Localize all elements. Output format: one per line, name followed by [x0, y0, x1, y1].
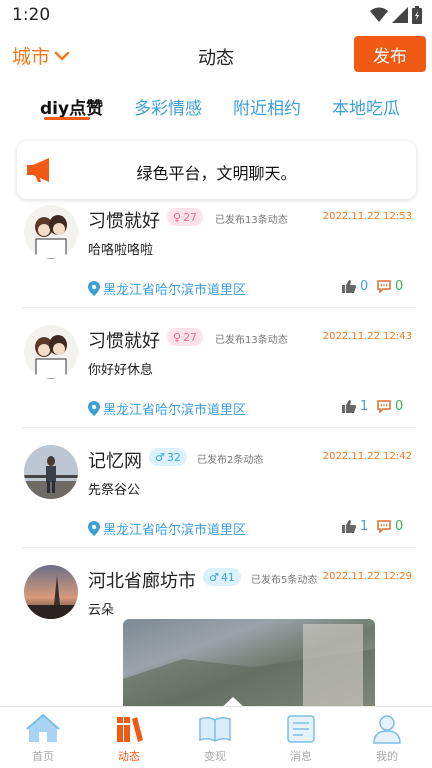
post-location[interactable]: 黑龙江省哈尔滨市道里区 — [88, 279, 246, 298]
thumbs-up-icon — [342, 280, 356, 293]
nav-label: 我的 — [376, 750, 398, 763]
comment-icon — [377, 280, 391, 293]
comment-button[interactable]: 0 — [377, 279, 403, 294]
location-pin-icon — [88, 521, 100, 536]
male-icon: ♂ — [209, 570, 219, 584]
username[interactable]: 河北省廊坊市 — [88, 567, 196, 593]
nav-me[interactable]: 我的 — [344, 707, 430, 768]
post-location[interactable]: 黑龙江省哈尔滨市道里区 — [88, 399, 246, 418]
female-icon: ♀ — [173, 330, 182, 344]
location-text: 黑龙江省哈尔滨市道里区 — [103, 523, 247, 538]
age-label: 32 — [166, 450, 181, 464]
tab-diy-likes[interactable]: diy点赞 — [40, 94, 103, 119]
post-time: 2022.11.22 12:29 — [322, 571, 412, 582]
location-pin-icon — [88, 401, 100, 416]
comment-button[interactable]: 0 — [377, 399, 403, 414]
like-count: 0 — [360, 279, 369, 294]
post-content: 云朵 — [88, 603, 115, 618]
username[interactable]: 习惯就好 — [88, 327, 160, 353]
status-bar: 1:20 — [0, 0, 432, 30]
post-image[interactable] — [123, 619, 375, 711]
category-tabs: diy点赞 多彩情感 附近相约 本地吃瓜 — [0, 88, 432, 128]
signal-icon — [392, 7, 408, 23]
nav-monetize[interactable]: 变现 — [172, 707, 258, 768]
books-icon — [117, 717, 143, 742]
post-time: 2022.11.22 12:43 — [322, 331, 412, 342]
avatar[interactable] — [24, 325, 78, 379]
like-button[interactable]: 1 — [342, 519, 368, 534]
divider — [22, 547, 416, 548]
thumbs-up-icon — [342, 400, 356, 413]
nav-label: 动态 — [118, 750, 140, 763]
post-count: 已发布13条动态 — [215, 215, 288, 226]
female-icon: ♀ — [173, 210, 182, 224]
tab-local-gossip[interactable]: 本地吃瓜 — [332, 94, 400, 119]
nav-label: 首页 — [32, 750, 54, 763]
nav-label: 变现 — [204, 750, 226, 763]
nav-moments[interactable]: 动态 — [86, 707, 172, 768]
thumbs-up-icon — [342, 520, 356, 533]
gender-age-badge: ♀ 27 — [167, 208, 204, 226]
publish-button[interactable]: 发布 — [354, 36, 426, 72]
like-count: 1 — [360, 519, 369, 534]
notice-banner: 绿色平台，文明聊天。 — [17, 141, 416, 199]
comment-count: 0 — [395, 279, 404, 294]
like-button[interactable]: 1 — [342, 399, 368, 414]
post-count: 已发布2条动态 — [197, 455, 264, 466]
post-location[interactable]: 黑龙江省哈尔滨市道里区 — [88, 519, 246, 538]
gender-age-badge: ♂ 41 — [203, 568, 241, 586]
divider — [22, 427, 416, 428]
bottom-nav: 首页 动态 变现 消息 我的 — [0, 706, 432, 768]
username[interactable]: 习惯就好 — [88, 207, 160, 233]
like-button[interactable]: 0 — [342, 279, 368, 294]
user-icon — [373, 715, 401, 744]
avatar[interactable] — [24, 445, 78, 499]
tab-nearby-meetup[interactable]: 附近相约 — [233, 94, 301, 119]
post-time: 2022.11.22 12:53 — [322, 211, 412, 222]
comment-count: 0 — [395, 519, 404, 534]
top-header: 城市 动态 发布 — [0, 32, 432, 78]
age-label: 27 — [183, 210, 198, 224]
avatar[interactable] — [24, 565, 78, 619]
gender-age-badge: ♂ 32 — [149, 448, 187, 466]
comment-button[interactable]: 0 — [377, 519, 403, 534]
location-pin-icon — [88, 281, 100, 296]
comment-icon — [377, 520, 391, 533]
nav-messages[interactable]: 消息 — [258, 707, 344, 768]
book-open-icon — [199, 716, 231, 742]
post-card[interactable]: 记忆网 ♂ 32 已发布2条动态 2022.11.22 12:42 先祭谷公 黑龙… — [0, 440, 432, 548]
post-card[interactable]: 习惯就好 ♀ 27 已发布13条动态 2022.11.22 12:43 你好好休息… — [0, 320, 432, 428]
comment-count: 0 — [395, 399, 404, 414]
avatar[interactable] — [24, 205, 78, 259]
active-tab-indicator — [44, 117, 90, 120]
post-content: 先祭谷公 — [88, 483, 141, 498]
male-icon: ♂ — [155, 450, 165, 464]
comment-icon — [377, 400, 391, 413]
home-icon — [26, 714, 60, 742]
post-card[interactable]: 习惯就好 ♀ 27 已发布13条动态 2022.11.22 12:53 哈咯啦咯啦… — [0, 200, 432, 308]
wifi-icon — [370, 7, 388, 22]
post-time: 2022.11.22 12:42 — [322, 451, 412, 462]
nav-home[interactable]: 首页 — [0, 707, 86, 768]
post-content: 你好好休息 — [88, 363, 154, 378]
notice-text: 绿色平台，文明聊天。 — [136, 164, 297, 183]
status-time: 1:20 — [12, 5, 51, 25]
nav-label: 消息 — [290, 750, 312, 763]
age-label: 27 — [183, 330, 198, 344]
tab-colorful-emotions[interactable]: 多彩情感 — [134, 94, 202, 119]
gender-age-badge: ♀ 27 — [167, 328, 204, 346]
post-count: 已发布5条动态 — [251, 575, 318, 586]
post-count: 已发布13条动态 — [215, 335, 288, 346]
divider — [22, 307, 416, 308]
age-label: 41 — [220, 570, 235, 584]
location-text: 黑龙江省哈尔滨市道里区 — [103, 403, 247, 418]
battery-icon — [412, 6, 422, 24]
location-text: 黑龙江省哈尔滨市道里区 — [103, 283, 247, 298]
message-doc-icon — [287, 715, 315, 743]
post-content: 哈咯啦咯啦 — [88, 243, 154, 258]
like-count: 1 — [360, 399, 369, 414]
username[interactable]: 记忆网 — [88, 447, 142, 473]
